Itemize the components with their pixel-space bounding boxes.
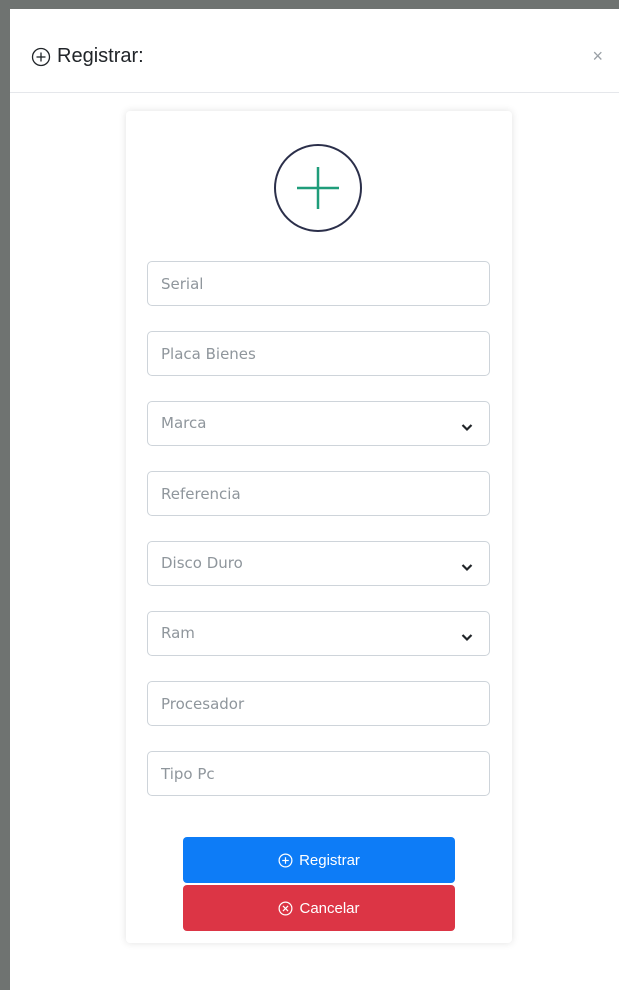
procesador-input[interactable] [148, 682, 489, 725]
chevron-down-icon [461, 559, 473, 577]
ram-select[interactable]: Ram [147, 611, 490, 656]
cancel-button[interactable]: Cancelar [183, 885, 455, 931]
register-button[interactable]: Registrar [183, 837, 455, 883]
modal-title: Registrar: [31, 45, 144, 68]
serial-input[interactable] [148, 262, 489, 305]
cancel-button-label: Cancelar [299, 899, 360, 917]
disco-duro-select-value: Disco Duro [161, 554, 243, 572]
chevron-down-icon [461, 419, 473, 437]
modal-header: Registrar: × [10, 9, 619, 93]
marca-select[interactable]: Marca [147, 401, 490, 446]
x-circle-icon [278, 901, 293, 916]
procesador-field[interactable] [147, 681, 490, 726]
referencia-input[interactable] [148, 472, 489, 515]
disco-duro-select[interactable]: Disco Duro [147, 541, 490, 586]
plus-circle-icon [278, 853, 293, 868]
backdrop-left-edge [0, 0, 10, 990]
backdrop-top-edge [0, 0, 619, 9]
tipo-pc-field[interactable] [147, 751, 490, 796]
placa-bienes-field[interactable] [147, 331, 490, 376]
register-modal: Registrar: × Marca Disco Du [10, 9, 619, 990]
plus-circle-icon [31, 47, 51, 67]
close-button[interactable]: × [592, 47, 603, 65]
referencia-field[interactable] [147, 471, 490, 516]
register-button-label: Registrar [299, 851, 360, 869]
chevron-down-icon [461, 629, 473, 647]
serial-field[interactable] [147, 261, 490, 306]
marca-select-value: Marca [161, 414, 207, 432]
form-card: Marca Disco Duro Ram [126, 111, 512, 943]
modal-title-text: Registrar: [57, 45, 144, 67]
ram-select-value: Ram [161, 624, 195, 642]
plus-circle-icon [273, 143, 363, 233]
placa-bienes-input[interactable] [148, 332, 489, 375]
tipo-pc-input[interactable] [148, 752, 489, 795]
